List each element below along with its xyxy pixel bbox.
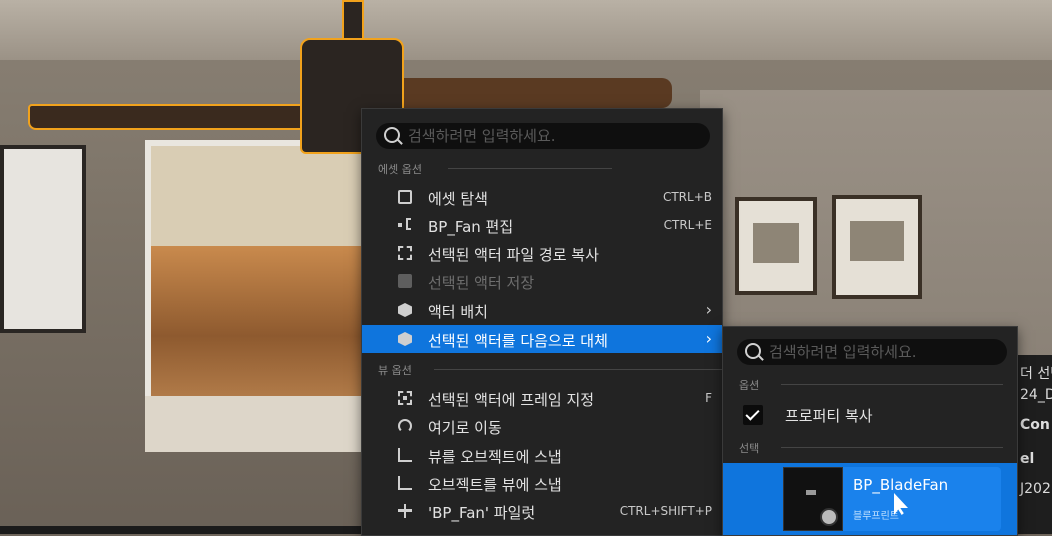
replace-actor-submenu: 옵션 프로퍼티 복사 선택 BP_BladeFan 블루프린트 <box>722 326 1018 536</box>
search-icon <box>745 343 761 359</box>
menu-item-copy-file-path[interactable]: 선택된 액터 파일 경로 복사 <box>362 239 722 267</box>
search-icon <box>384 127 400 143</box>
search-input[interactable] <box>769 339 999 365</box>
window <box>145 140 387 452</box>
snap-object-icon <box>398 476 412 490</box>
peek-text: Con <box>1020 417 1050 433</box>
section-header-asset-options: 에셋 옵션 <box>378 161 708 177</box>
fan-blade <box>396 78 672 108</box>
menu-item-frame-selected[interactable]: 선택된 액터에 프레임 지정 F <box>362 384 722 412</box>
peek-text: el <box>1020 451 1035 467</box>
snap-view-icon <box>398 448 412 462</box>
asset-thumbnail <box>783 467 843 531</box>
peek-text: 더 선택 <box>1020 366 1052 382</box>
actor-context-menu: 에셋 옵션 에셋 탐색 CTRL+B BP_Fan 편집 CTRL+E 선택된 … <box>361 108 724 536</box>
menu-item-snap-object-to-view[interactable]: 오브젝트를 뷰에 스냅 <box>362 469 722 497</box>
blueprint-nodes-icon <box>398 218 412 232</box>
menu-item-edit-blueprint[interactable]: BP_Fan 편집 CTRL+E <box>362 211 722 239</box>
fan-preview-icon <box>806 490 816 495</box>
asset-type: 블루프린트 <box>853 511 899 522</box>
menu-item-place-actor[interactable]: 액터 배치 › <box>362 296 722 324</box>
menu-item-browse-asset[interactable]: 에셋 탐색 CTRL+B <box>362 183 722 211</box>
section-header-selection: 선택 <box>739 440 1009 456</box>
folder-search-icon <box>398 190 412 204</box>
submenu-search[interactable] <box>737 339 1007 365</box>
section-header-view-options: 뷰 옵션 <box>378 362 724 378</box>
search-input[interactable] <box>408 123 698 149</box>
chevron-right-icon: › <box>705 329 712 348</box>
peek-text: J202 <box>1020 481 1051 497</box>
copy-properties-checkbox[interactable] <box>743 405 763 425</box>
menu-item-snap-view-to-object[interactable]: 뷰를 오브젝트에 스냅 <box>362 441 722 469</box>
window-view <box>151 246 381 396</box>
details-panel-peek: 더 선택 24_D Con el J202 <box>1016 355 1052 534</box>
pilot-icon <box>398 504 412 518</box>
peek-text: 24_D <box>1020 387 1052 403</box>
picture-frame <box>735 197 817 295</box>
asset-name: BP_BladeFan <box>853 476 949 494</box>
menu-item-save-actor: 선택된 액터 저장 <box>362 267 722 295</box>
menu-item-move-here[interactable]: 여기로 이동 <box>362 412 722 440</box>
window-blind <box>151 146 381 246</box>
save-icon <box>398 274 412 288</box>
asset-tile-bp-bladefan[interactable]: BP_BladeFan 블루프린트 <box>723 463 1017 535</box>
move-here-icon <box>398 419 412 433</box>
copy-properties-option[interactable]: 프로퍼티 복사 <box>723 400 1017 428</box>
ceiling <box>0 0 1052 60</box>
chevron-right-icon: › <box>705 300 712 319</box>
menu-item-pilot-actor[interactable]: 'BP_Fan' 파일럿 CTRL+SHIFT+P <box>362 497 722 525</box>
picture-frame <box>832 195 922 299</box>
wall-poster <box>0 145 86 333</box>
section-header-options: 옵션 <box>739 377 1009 393</box>
place-actor-icon <box>398 303 412 317</box>
window-sill <box>145 396 387 452</box>
frame-selection-icon <box>398 391 412 405</box>
selected-fan-blade[interactable] <box>28 104 332 130</box>
menu-item-replace-actor[interactable]: 선택된 액터를 다음으로 대체 › <box>362 325 722 353</box>
copy-path-icon <box>398 246 412 260</box>
context-menu-search[interactable] <box>376 123 710 149</box>
blueprint-badge-icon <box>820 508 838 526</box>
replace-actor-icon <box>398 332 412 346</box>
